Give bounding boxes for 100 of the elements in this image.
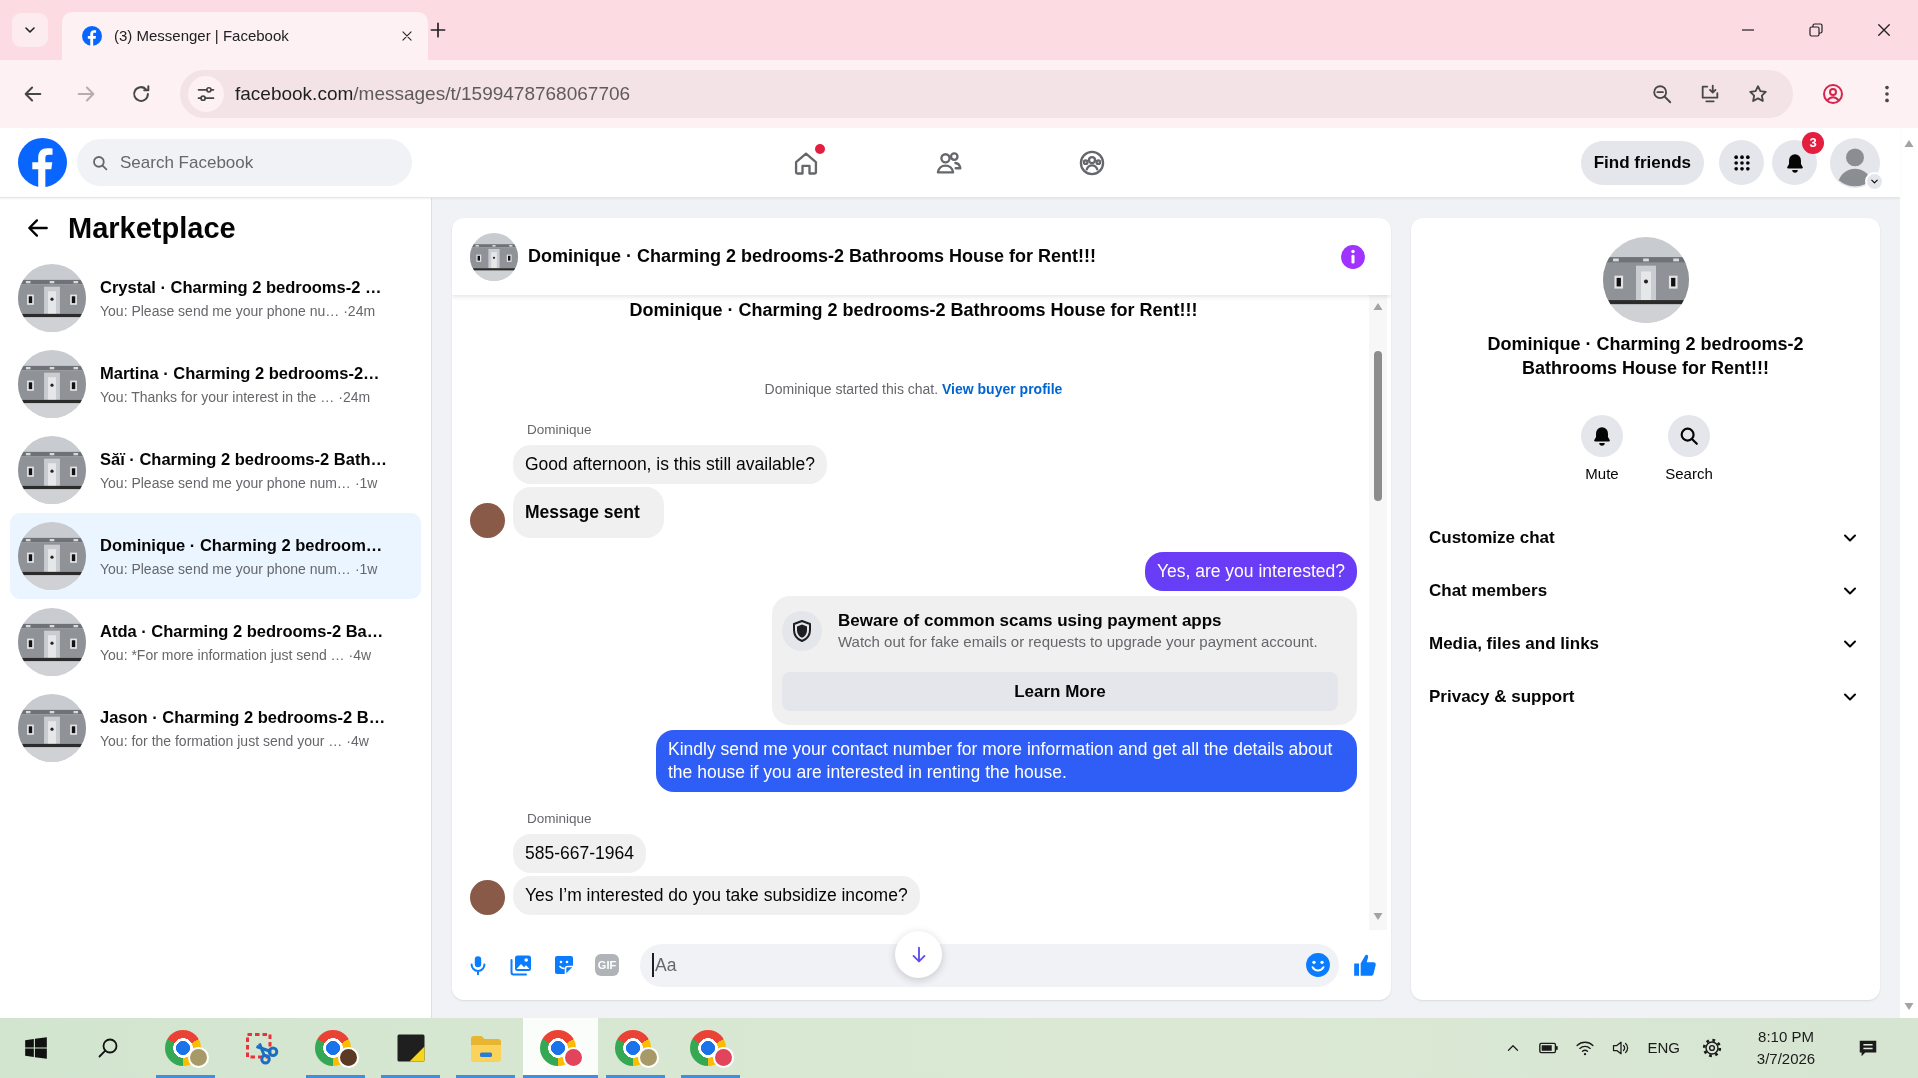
message-preview: You: Thanks for your interest in the … — [100, 387, 335, 407]
message-bubble: Yes, are you interested? — [1144, 552, 1357, 591]
conversation-title: Săï · Charming 2 bedrooms-2 Bath… — [100, 448, 388, 470]
sender-name: Dominique — [527, 810, 593, 828]
conversation-title: Jason · Charming 2 bedrooms-2 B… — [100, 706, 387, 728]
logo-icon — [82, 26, 102, 46]
message-preview: You: Please send me your phone nu… — [100, 301, 340, 321]
section-toggle[interactable]: Media, files and links — [1411, 617, 1880, 670]
chat-scrollbar[interactable] — [1369, 295, 1387, 930]
star-icon[interactable] — [1747, 83, 1769, 105]
clock-time[interactable]: 8:10 PM — [1744, 1026, 1828, 1048]
message-preview: You: Please send me your phone num… — [100, 473, 351, 493]
conversation-title: Crystal · Charming 2 bedrooms-2 … — [100, 276, 383, 298]
search-icon — [91, 153, 109, 172]
search-button[interactable] — [1668, 415, 1710, 457]
search-input[interactable]: Search Facebook — [120, 149, 390, 176]
user-avatar — [470, 503, 505, 538]
scrollbar-thumb[interactable] — [1374, 351, 1382, 501]
message-time: ·1w — [354, 559, 378, 579]
section-toggle[interactable]: Chat members — [1411, 564, 1880, 617]
close-icon[interactable] — [400, 29, 414, 43]
install-icon[interactable] — [1699, 83, 1721, 105]
url-text: facebook.com/messages/t/1599478768067706 — [235, 81, 631, 106]
grid-icon — [1731, 152, 1752, 173]
browser-tab[interactable]: (3) Messenger | Facebook — [62, 12, 428, 60]
language-indicator[interactable]: ENG — [1647, 1036, 1680, 1060]
message-box[interactable]: Aa — [640, 943, 1339, 987]
restore-icon[interactable] — [1807, 21, 1825, 39]
browser-icon — [614, 1030, 651, 1066]
photo-icon[interactable] — [509, 953, 533, 977]
message-bubble: Yes I’m interested do you take subsidize income? — [513, 876, 920, 915]
account-avatar-icon[interactable] — [1830, 137, 1880, 188]
message-bubble: Message sent — [513, 487, 664, 538]
browser-icon — [689, 1030, 726, 1066]
find-friends-button[interactable]: Find friends — [1580, 140, 1704, 185]
profile-icon[interactable] — [1821, 82, 1845, 106]
gear-icon[interactable] — [1701, 1037, 1723, 1059]
view-buyer-profile-link[interactable]: View buyer profile — [942, 381, 1063, 397]
address-bar[interactable]: facebook.com/messages/t/1599478768067706 — [180, 70, 1793, 118]
zoom-out-icon[interactable] — [1651, 83, 1673, 105]
browser-icon — [539, 1030, 576, 1066]
sidebar-title: Marketplace — [68, 211, 236, 246]
message-bubble: Good afternoon, is this still available? — [513, 445, 827, 484]
chat-title: Dominique · Charming 2 bedrooms-2 Bathrooms House for Rent!!! — [528, 245, 1097, 268]
learn-more-button[interactable]: Learn More — [782, 672, 1338, 711]
mute-button[interactable] — [1581, 415, 1623, 457]
close-icon[interactable] — [1875, 21, 1893, 39]
details-title: Dominique · Charming 2 bedrooms-2 Bathrooms House for Rent!!! — [1486, 333, 1805, 380]
message-time: ·1w — [354, 473, 378, 493]
browser-icon — [164, 1030, 201, 1066]
message-bubble: Kindly send me your contact number for more information and get all the details about the house if you are interested in renting the house. — [656, 730, 1357, 792]
conversation-item[interactable]: Martina · Charming 2 bedrooms-2… You: Thanks for your interest in the … ·24m — [10, 341, 421, 427]
conversation-item[interactable]: Dominique · Charming 2 bedroom… You: Please send me your phone num… ·1w — [10, 513, 421, 599]
message-bubble: 585-667-1964 — [513, 834, 646, 873]
button-label: Mute — [1585, 464, 1619, 484]
tab-search-button[interactable] — [12, 13, 48, 47]
button-label: Search — [1665, 464, 1713, 484]
message-preview: You: Please send me your phone num… — [100, 559, 351, 579]
conversation-item[interactable]: Atda · Charming 2 bedrooms-2 Ba… You: *For more information just send … ·4w — [10, 599, 421, 685]
site-info-button[interactable] — [188, 76, 224, 112]
start-icon[interactable] — [23, 1035, 49, 1061]
bell-icon — [1591, 425, 1613, 447]
thread-title: Dominique · Charming 2 bedrooms-2 Bathrooms House for Rent!!! — [628, 299, 1199, 321]
groups-icon[interactable] — [1078, 148, 1106, 177]
warning-title: Beware of common scams using payment apps — [838, 610, 1223, 632]
chat-start-notice: Dominique started this chat. View buyer profile — [763, 380, 1064, 399]
conversation-title: Dominique · Charming 2 bedroom… — [100, 534, 384, 556]
message-preview: You: for the formation just send your … — [100, 731, 343, 751]
search-field[interactable]: Search Facebook — [77, 139, 412, 186]
message-time: ·24m — [343, 301, 376, 321]
tune-icon — [196, 84, 216, 104]
clock-date[interactable]: 3/7/2026 — [1744, 1048, 1828, 1070]
house-thumbnail — [470, 232, 518, 281]
search-icon — [1678, 425, 1700, 447]
notification-badge: 3 — [1802, 132, 1824, 154]
section-toggle[interactable]: Privacy & support — [1411, 670, 1880, 723]
conversation-item[interactable]: Jason · Charming 2 bedrooms-2 B… You: for the formation just send your … ·4w — [10, 685, 421, 771]
emoji-icon[interactable] — [1305, 952, 1331, 978]
plus-icon[interactable] — [428, 20, 448, 40]
tab-title: (3) Messenger | Facebook — [114, 25, 290, 46]
menu-button[interactable] — [1719, 140, 1764, 185]
message-preview: You: *For more information just send … — [100, 645, 345, 665]
reload-icon[interactable] — [130, 83, 152, 105]
logo-icon[interactable] — [18, 138, 67, 187]
sender-name: Dominique — [527, 421, 593, 439]
info-icon[interactable] — [1340, 243, 1366, 270]
message-time: ·4w — [348, 645, 372, 665]
conversation-title: Atda · Charming 2 bedrooms-2 Ba… — [100, 620, 385, 642]
user-avatar — [470, 880, 505, 915]
sticker-icon[interactable] — [552, 953, 576, 977]
search-icon[interactable] — [96, 1036, 120, 1060]
message-time: ·24m — [338, 387, 371, 407]
conversation-item[interactable]: Crystal · Charming 2 bedrooms-2 … You: Please send me your phone nu… ·24m — [10, 255, 421, 341]
conversation-title: Martina · Charming 2 bedrooms-2… — [100, 362, 381, 384]
section-toggle[interactable]: Customize chat — [1411, 511, 1880, 564]
notifications-button[interactable] — [1772, 140, 1817, 185]
browser-icon — [314, 1030, 351, 1066]
like-icon[interactable] — [1352, 952, 1378, 978]
shield-icon — [782, 611, 822, 651]
conversation-item[interactable]: Săï · Charming 2 bedrooms-2 Bath… You: Please send me your phone num… ·1w — [10, 427, 421, 513]
